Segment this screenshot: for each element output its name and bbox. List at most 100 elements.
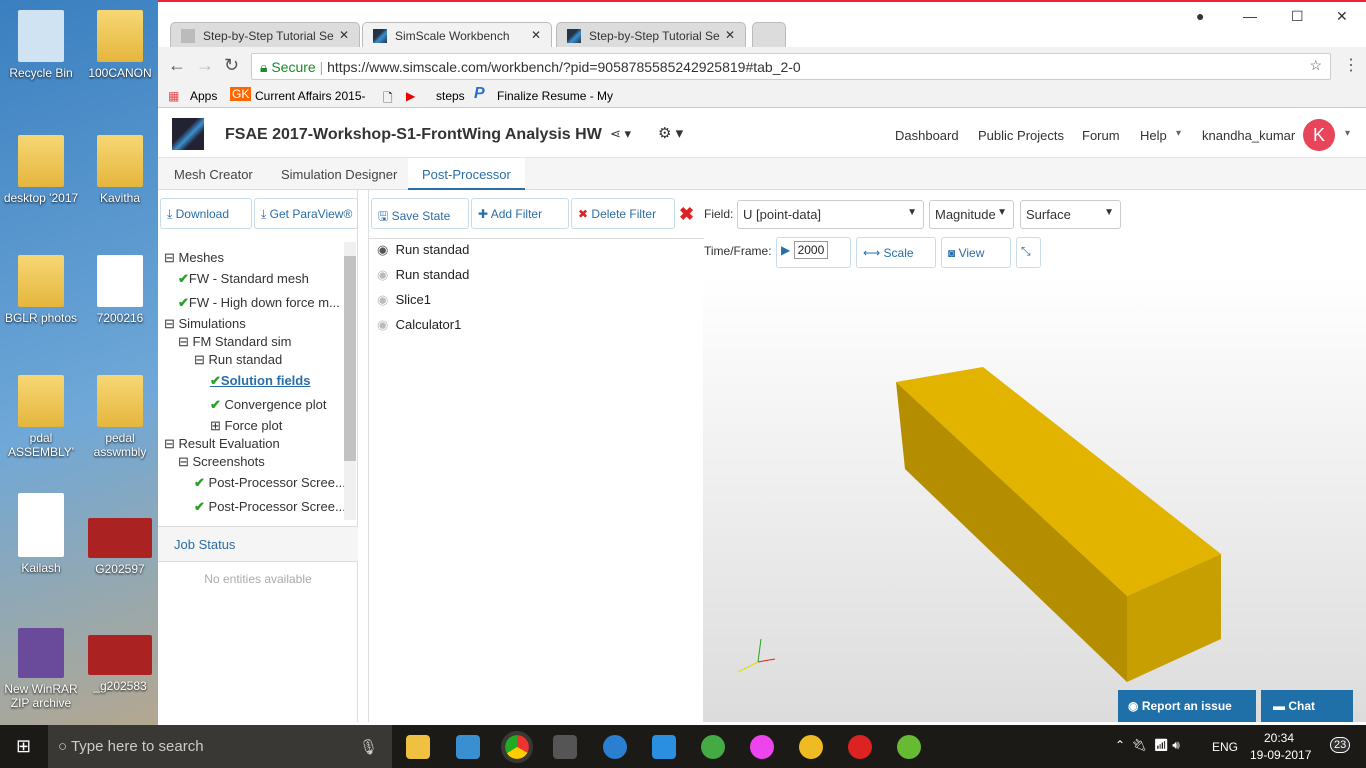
bookmark-star-icon[interactable]: ☆ xyxy=(1309,57,1322,74)
job-status-header[interactable]: Job Status xyxy=(158,526,358,562)
username[interactable]: knandha_kumar xyxy=(1202,128,1295,143)
browser-tab[interactable]: Step-by-Step Tutorial Se ✕ xyxy=(170,22,360,48)
delete-filter-button[interactable]: ✖ Delete Filter xyxy=(571,198,675,229)
desktop-icon[interactable]: Kailash xyxy=(2,493,80,575)
field-select[interactable]: U [point-data] ▼ xyxy=(737,200,924,229)
desktop-icon-winrar[interactable]: New WinRAR ZIP archive xyxy=(2,628,80,710)
avatar[interactable]: K xyxy=(1303,119,1335,151)
nav-public-projects[interactable]: Public Projects xyxy=(978,128,1064,143)
url-input[interactable]: 🔒︎ Secure | https://www.simscale.com/wor… xyxy=(251,53,1331,80)
close-window-button[interactable]: ✕ xyxy=(1336,8,1348,25)
tree-item[interactable]: ✔ Post-Processor Scree... xyxy=(194,499,346,515)
language-indicator[interactable]: ENG xyxy=(1212,740,1238,754)
3d-viewport[interactable] xyxy=(703,277,1366,722)
filter-item[interactable]: ◉ Run standad xyxy=(377,242,469,258)
bookmark-apps[interactable]: Apps xyxy=(190,89,217,103)
nav-dashboard[interactable]: Dashboard xyxy=(895,128,959,143)
new-tab-button[interactable] xyxy=(752,22,786,48)
tree-node[interactable]: ⊞ Force plot xyxy=(210,418,282,434)
windows-start-icon[interactable]: ⊞ xyxy=(16,736,31,757)
filter-item[interactable]: ◉ Slice1 xyxy=(377,292,431,308)
desktop-icon[interactable]: pdal ASSEMBLY' xyxy=(2,375,80,459)
filter-item[interactable]: ◉ Calculator1 xyxy=(377,317,461,333)
tree-node-meshes[interactable]: ⊟ Meshes xyxy=(164,250,224,266)
chat-button[interactable]: ▬ Chat xyxy=(1261,690,1353,722)
tree-item[interactable]: ✔ Post-Processor Scree... xyxy=(194,475,346,491)
taskbar-app-icon[interactable] xyxy=(799,735,823,759)
tree-item[interactable]: ✔ Convergence plot xyxy=(210,397,326,413)
tree-scrollbar[interactable] xyxy=(344,242,356,520)
tree-node[interactable]: ⊟ Result Evaluation xyxy=(164,436,280,452)
close-tab-icon[interactable]: ✕ xyxy=(339,28,349,42)
bookmark-item[interactable]: Finalize Resume - My xyxy=(497,89,613,103)
desktop-icon[interactable]: Kavitha xyxy=(81,135,159,205)
nav-help[interactable]: Help xyxy=(1140,128,1167,143)
back-icon[interactable]: ← xyxy=(168,55,186,76)
itunes-icon[interactable] xyxy=(750,735,774,759)
desktop-icon[interactable]: pedal asswmbly xyxy=(81,375,159,459)
desktop-icon[interactable]: BGLR photos xyxy=(2,255,80,325)
utorrent-icon[interactable] xyxy=(701,735,725,759)
reset-camera-button[interactable]: ⤡ xyxy=(1016,237,1041,268)
filter-item[interactable]: ◉ Run standad xyxy=(377,267,469,283)
taskbar-app-icon[interactable] xyxy=(652,735,676,759)
settings-gear-icon[interactable]: ⚙ ▾ xyxy=(658,124,683,142)
add-filter-button[interactable]: ✚ Add Filter xyxy=(471,198,569,229)
tree-node[interactable]: ⊟ FM Standard sim xyxy=(178,334,292,350)
view-button[interactable]: ◙ View xyxy=(941,237,1011,268)
desktop-icon[interactable]: _g202583 xyxy=(81,635,159,693)
browser-tab[interactable]: Step-by-Step Tutorial Se ✕ xyxy=(556,22,746,48)
notification-badge[interactable]: 23 xyxy=(1330,737,1351,753)
close-tab-icon[interactable]: ✕ xyxy=(725,28,735,42)
desktop-icon-pdf[interactable]: 7200216 xyxy=(81,255,159,325)
taskbar-app-icon[interactable] xyxy=(848,735,872,759)
download-button[interactable]: ⤓ Download xyxy=(160,198,252,229)
bookmark-item[interactable]: steps xyxy=(436,89,465,103)
desktop-icon[interactable]: 100CANON xyxy=(81,10,159,80)
tree-node[interactable]: ⊟ Screenshots xyxy=(178,454,265,470)
tree-node-simulations[interactable]: ⊟ Simulations xyxy=(164,316,246,332)
share-icon[interactable]: ⋖ ▾ xyxy=(610,126,631,142)
minimize-button[interactable]: — xyxy=(1243,8,1257,24)
taskbar-app-icon[interactable] xyxy=(553,735,577,759)
tree-item[interactable]: ✔FW - Standard mesh xyxy=(178,271,309,287)
tree-item-solution-fields[interactable]: ✔Solution fields xyxy=(210,373,310,389)
tree-node[interactable]: ⊟ Run standad xyxy=(194,352,282,368)
component-select[interactable]: Magnitude ▼ xyxy=(929,200,1014,229)
menu-icon[interactable]: ⋮ xyxy=(1343,55,1359,75)
file-explorer-icon[interactable] xyxy=(406,735,430,759)
browser-tab-active[interactable]: SimScale Workbench ✕ xyxy=(362,22,552,48)
save-state-button[interactable]: 🖫 Save State xyxy=(371,198,469,229)
frame-input[interactable]: 2000 xyxy=(793,241,829,259)
desktop-icon[interactable]: desktop '2017 xyxy=(2,135,80,205)
tab-post-processor[interactable]: Post-Processor xyxy=(408,158,525,190)
simscale-logo[interactable] xyxy=(172,118,204,150)
desktop-icon-recycle-bin[interactable]: Recycle Bin xyxy=(2,10,80,80)
chevron-down-icon[interactable]: ▾ xyxy=(1345,128,1350,139)
reload-icon[interactable]: ↻ xyxy=(224,55,239,76)
report-issue-button[interactable]: ◉ Report an issue xyxy=(1118,690,1256,722)
profile-icon[interactable]: ● xyxy=(1196,8,1204,24)
taskbar-app-icon[interactable] xyxy=(897,735,921,759)
bookmark-item[interactable]: Current Affairs 2015- xyxy=(255,89,366,103)
tray-icons[interactable]: ⌃ 🔌︎ 📶︎ 🔊︎ xyxy=(1115,738,1180,753)
close-tab-icon[interactable]: ✕ xyxy=(531,28,541,42)
taskbar-search[interactable]: ○ Type here to search 🎙︎ xyxy=(48,725,392,768)
clock-time[interactable]: 20:34 xyxy=(1264,731,1294,745)
clock-date[interactable]: 19-09-2017 xyxy=(1250,748,1311,762)
tab-simulation-designer[interactable]: Simulation Designer xyxy=(281,167,397,182)
scale-button[interactable]: ⟷ Scale xyxy=(856,237,936,268)
frame-control[interactable]: ▶︎ 2000 xyxy=(776,237,851,268)
desktop-icon[interactable]: G202597 xyxy=(81,518,159,576)
maximize-button[interactable]: ☐ xyxy=(1291,8,1304,25)
tree-item[interactable]: ✔FW - High down force m... xyxy=(178,295,340,311)
clear-filters-icon[interactable]: ✖ xyxy=(679,204,694,225)
forward-icon[interactable]: → xyxy=(196,55,214,76)
nav-forum[interactable]: Forum xyxy=(1082,128,1120,143)
chrome-icon[interactable] xyxy=(501,731,533,763)
taskbar-app-icon[interactable] xyxy=(603,735,627,759)
taskbar-app-icon[interactable] xyxy=(456,735,480,759)
tab-mesh-creator[interactable]: Mesh Creator xyxy=(174,167,253,182)
get-paraview-button[interactable]: ⤓ Get ParaView® xyxy=(254,198,358,229)
representation-select[interactable]: Surface ▼ xyxy=(1020,200,1121,229)
